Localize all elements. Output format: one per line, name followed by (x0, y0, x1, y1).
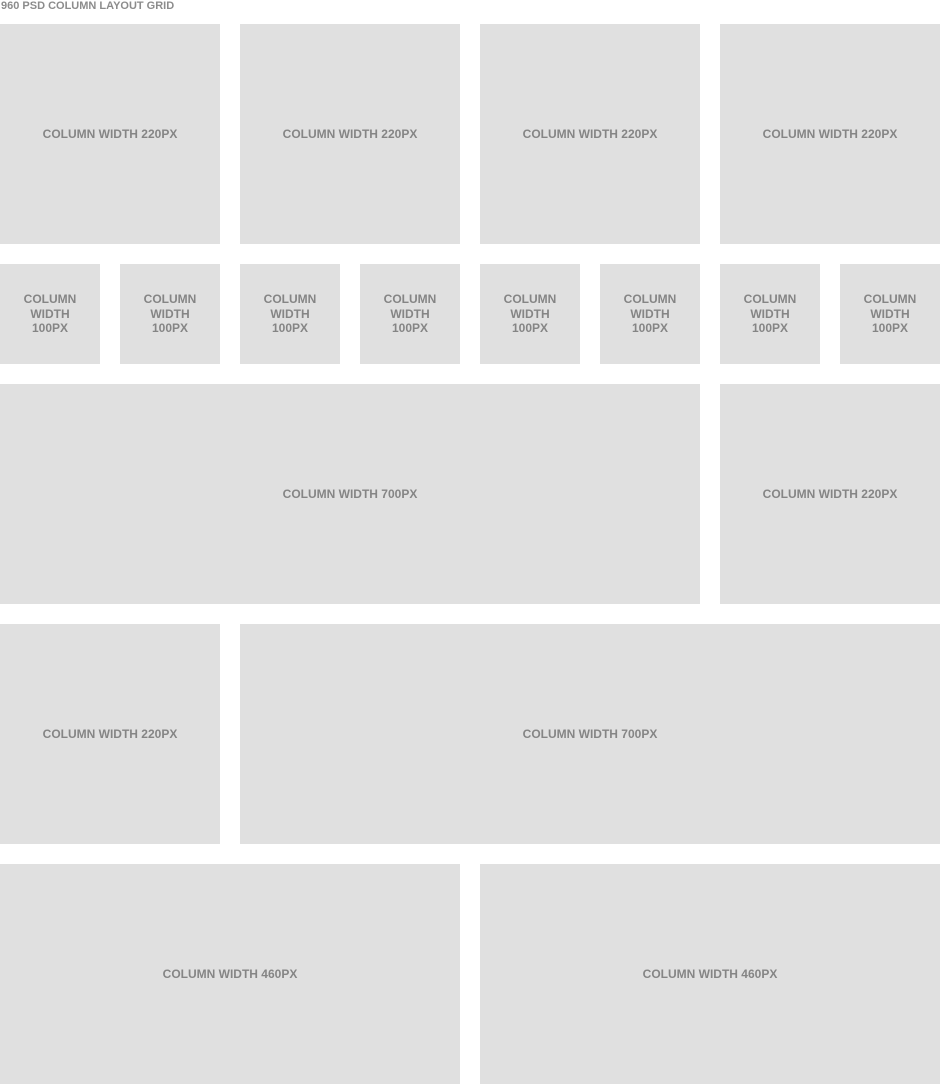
grid-column-700: COLUMN WIDTH 700PX (0, 384, 700, 604)
grid-column-100: COLUMN WIDTH 100PX (840, 264, 940, 364)
grid-column-100: COLUMN WIDTH 100PX (720, 264, 820, 364)
column-label: COLUMN WIDTH 220PX (762, 126, 898, 141)
grid-column-100: COLUMN WIDTH 100PX (360, 264, 460, 364)
grid-column-460: COLUMN WIDTH 460PX (0, 864, 460, 1084)
grid-row-700-220: COLUMN WIDTH 700PX COLUMN WIDTH 220PX (0, 384, 940, 604)
column-label: COLUMN WIDTH 700PX (522, 726, 658, 741)
grid-column-220: COLUMN WIDTH 220PX (0, 24, 220, 244)
column-label: COLUMN WIDTH 220PX (282, 126, 418, 141)
grid-column-220: COLUMN WIDTH 220PX (720, 24, 940, 244)
grid-column-100: COLUMN WIDTH 100PX (120, 264, 220, 364)
column-label: COLUMN WIDTH 220PX (42, 726, 178, 741)
column-label: COLUMN WIDTH 100PX (863, 292, 917, 336)
page-title: 960 PSD COLUMN LAYOUT GRID (1, 0, 175, 12)
column-label: COLUMN WIDTH 700PX (282, 486, 418, 501)
grid-row-two-columns: COLUMN WIDTH 460PX COLUMN WIDTH 460PX (0, 864, 940, 1084)
column-label: COLUMN WIDTH 460PX (162, 966, 298, 981)
column-label: COLUMN WIDTH 100PX (743, 292, 797, 336)
column-label: COLUMN WIDTH 220PX (522, 126, 658, 141)
grid-column-700: COLUMN WIDTH 700PX (240, 624, 940, 844)
column-label: COLUMN WIDTH 220PX (42, 126, 178, 141)
column-label: COLUMN WIDTH 100PX (143, 292, 197, 336)
grid-column-100: COLUMN WIDTH 100PX (240, 264, 340, 364)
column-label: COLUMN WIDTH 100PX (383, 292, 437, 336)
grid-column-220: COLUMN WIDTH 220PX (0, 624, 220, 844)
grid-column-100: COLUMN WIDTH 100PX (480, 264, 580, 364)
grid-column-220: COLUMN WIDTH 220PX (240, 24, 460, 244)
column-label: COLUMN WIDTH 100PX (503, 292, 557, 336)
column-label: COLUMN WIDTH 460PX (642, 966, 778, 981)
column-label: COLUMN WIDTH 100PX (263, 292, 317, 336)
grid-row-220-700: COLUMN WIDTH 220PX COLUMN WIDTH 700PX (0, 624, 940, 844)
grid-column-100: COLUMN WIDTH 100PX (0, 264, 100, 364)
grid-row-four-columns: COLUMN WIDTH 220PX COLUMN WIDTH 220PX CO… (0, 24, 940, 244)
column-label: COLUMN WIDTH 100PX (23, 292, 77, 336)
grid-column-220: COLUMN WIDTH 220PX (720, 384, 940, 604)
column-label: COLUMN WIDTH 220PX (762, 486, 898, 501)
grid-column-460: COLUMN WIDTH 460PX (480, 864, 940, 1084)
grid-row-eight-columns: COLUMN WIDTH 100PX COLUMN WIDTH 100PX CO… (0, 264, 940, 364)
grid-column-100: COLUMN WIDTH 100PX (600, 264, 700, 364)
grid-column-220: COLUMN WIDTH 220PX (480, 24, 700, 244)
column-label: COLUMN WIDTH 100PX (623, 292, 677, 336)
